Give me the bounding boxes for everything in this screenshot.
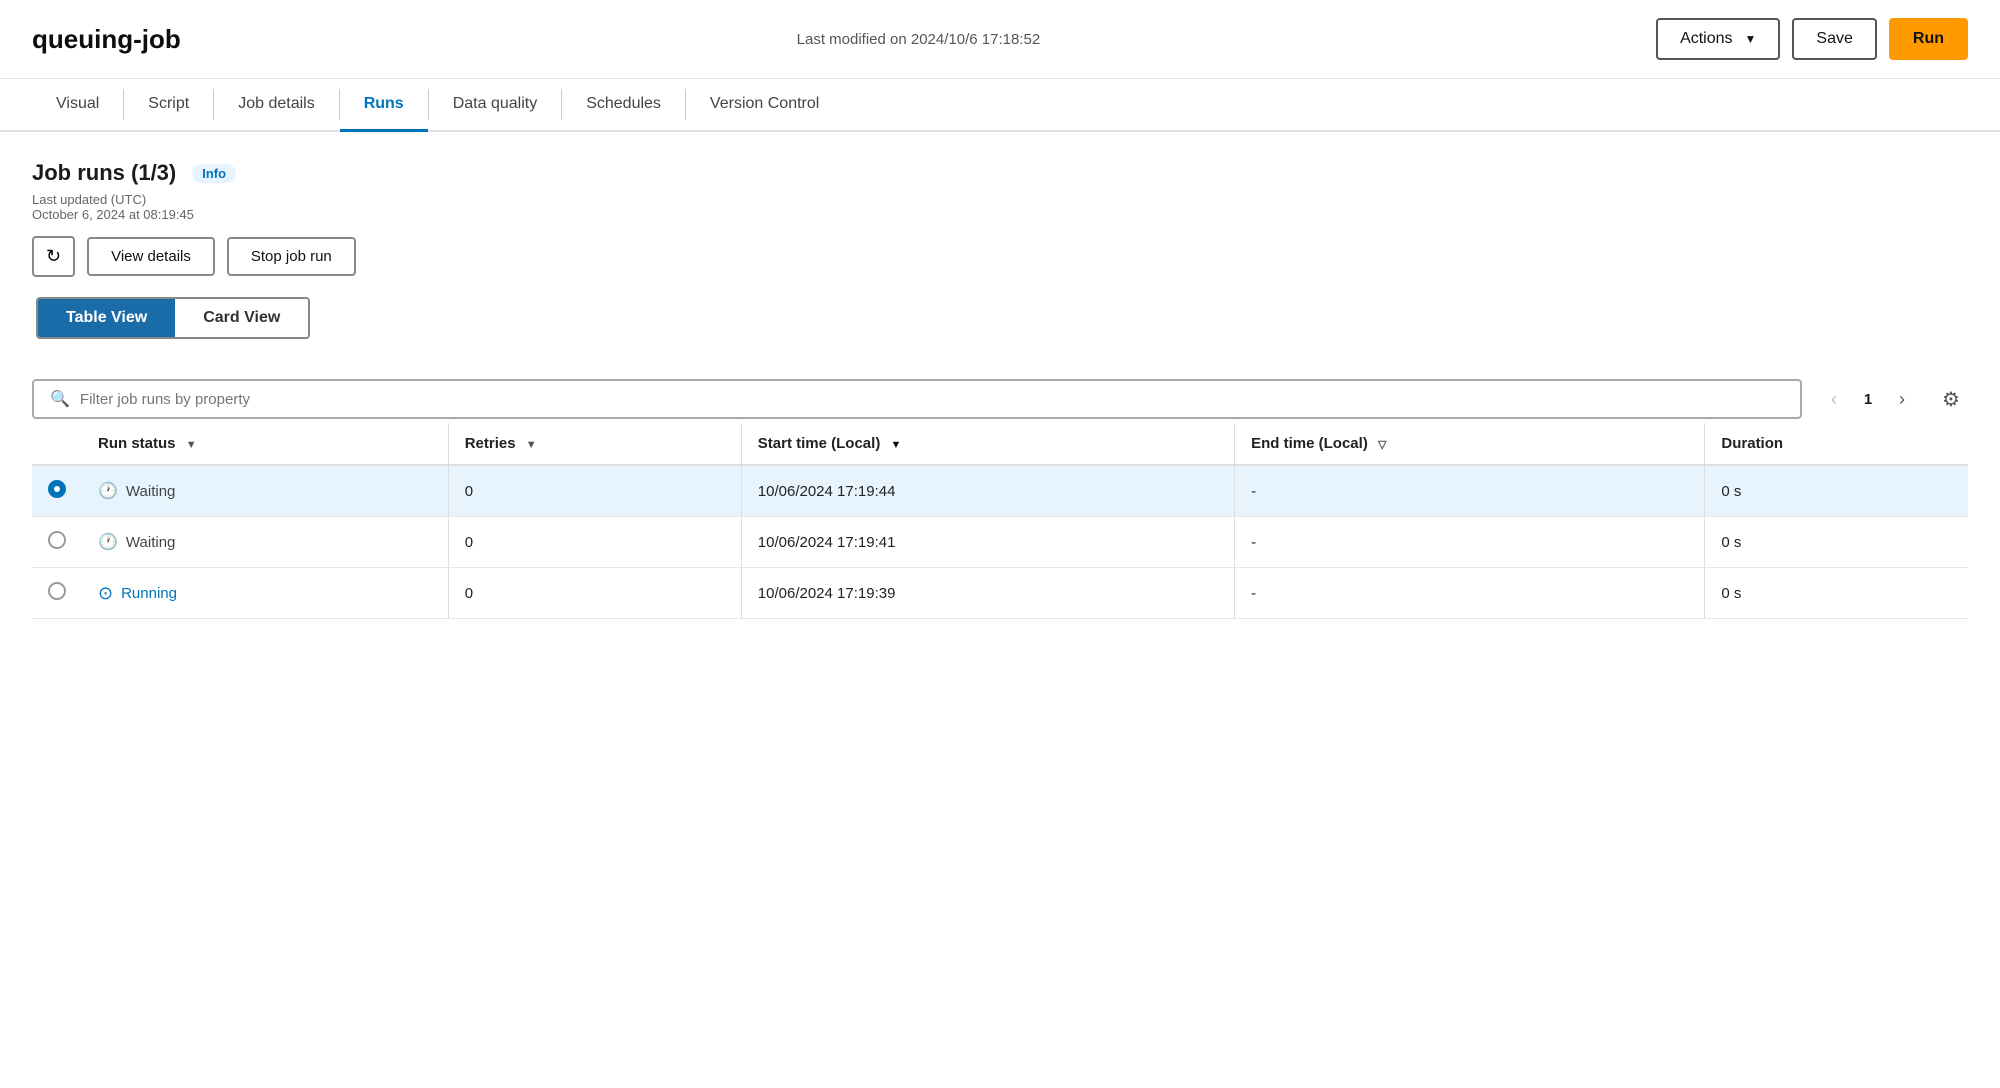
th-retries[interactable]: Retries ▼ <box>448 423 741 465</box>
row-duration-1: 0 s <box>1705 517 1968 568</box>
table-row[interactable]: 🕐 Waiting 010/06/2024 17:19:44-0 s <box>32 465 1968 517</box>
tab-data-quality[interactable]: Data quality <box>429 79 562 132</box>
section-title: Job runs (1/3) <box>32 160 176 186</box>
gear-icon: ⚙ <box>1942 387 1960 412</box>
sort-icon-end-time: ▽ <box>1378 438 1386 451</box>
stop-job-run-button[interactable]: Stop job run <box>227 237 356 276</box>
row-status-2: ⊙ Running <box>82 568 448 619</box>
sort-icon-start-time: ▼ <box>891 439 902 451</box>
run-label: Run <box>1913 30 1944 48</box>
info-badge[interactable]: Info <box>192 164 236 183</box>
job-title: queuing-job <box>32 24 181 55</box>
row-duration-0: 0 s <box>1705 465 1968 517</box>
row-start-time-1: 10/06/2024 17:19:41 <box>741 517 1234 568</box>
search-bar: 🔍 <box>32 379 1802 419</box>
th-start-time[interactable]: Start time (Local) ▼ <box>741 423 1234 465</box>
row-end-time-0: - <box>1235 465 1705 517</box>
tab-visual[interactable]: Visual <box>32 79 123 132</box>
action-row: ↻ View details Stop job run <box>32 236 1968 277</box>
row-start-time-2: 10/06/2024 17:19:39 <box>741 568 1234 619</box>
card-view-label: Card View <box>203 309 280 326</box>
row-duration-2: 0 s <box>1705 568 1968 619</box>
th-run-status[interactable]: Run status ▼ <box>82 423 448 465</box>
refresh-icon: ↻ <box>46 246 61 267</box>
table-view-label: Table View <box>66 309 147 326</box>
last-updated: Last updated (UTC) October 6, 2024 at 08… <box>32 192 1968 222</box>
section-title-combined: Job runs (1/3) <box>32 160 176 185</box>
top-bar: queuing-job Last modified on 2024/10/6 1… <box>0 0 2000 79</box>
view-toggle: Table View Card View <box>36 297 310 339</box>
sort-icon-run-status: ▼ <box>186 439 197 451</box>
th-run-status-label: Run status <box>98 435 176 452</box>
page-number: 1 <box>1858 391 1878 408</box>
chevron-down-icon: ▼ <box>1745 32 1757 46</box>
refresh-button[interactable]: ↻ <box>32 236 75 277</box>
row-radio-1[interactable] <box>48 531 66 549</box>
row-retries-2: 0 <box>448 568 741 619</box>
search-icon: 🔍 <box>50 389 70 409</box>
row-status-label-2: Running <box>121 585 177 602</box>
last-updated-label: Last updated (UTC) <box>32 192 146 207</box>
row-retries-0: 0 <box>448 465 741 517</box>
save-button[interactable]: Save <box>1792 18 1876 60</box>
table-row[interactable]: ⊙ Running 010/06/2024 17:19:39-0 s <box>32 568 1968 619</box>
tab-script[interactable]: Script <box>124 79 213 132</box>
stop-job-run-label: Stop job run <box>251 248 332 265</box>
tab-runs[interactable]: Runs <box>340 79 428 132</box>
waiting-icon: 🕐 <box>98 532 118 552</box>
run-button[interactable]: Run <box>1889 18 1968 60</box>
card-view-button[interactable]: Card View <box>175 299 308 337</box>
sort-icon-retries: ▼ <box>526 439 537 451</box>
row-status-label-0: Waiting <box>126 483 175 500</box>
pagination-row: ‹ 1 › <box>1818 383 1918 415</box>
waiting-icon: 🕐 <box>98 481 118 501</box>
row-status-0: 🕐 Waiting <box>82 465 448 517</box>
prev-page-button[interactable]: ‹ <box>1818 383 1850 415</box>
table-body: 🕐 Waiting 010/06/2024 17:19:44-0 s 🕐 Waiting… <box>32 465 1968 619</box>
th-retries-label: Retries <box>465 435 516 452</box>
nav-tabs: Visual Script Job details Runs Data qual… <box>0 79 2000 132</box>
table-header: Run status ▼ Retries ▼ Start time (Local… <box>32 423 1968 465</box>
table-view-button[interactable]: Table View <box>38 299 175 337</box>
actions-label: Actions <box>1680 30 1732 48</box>
th-duration-label: Duration <box>1721 435 1783 452</box>
row-end-time-2: - <box>1235 568 1705 619</box>
th-end-time-label: End time (Local) <box>1251 435 1368 452</box>
th-start-time-label: Start time (Local) <box>758 435 881 452</box>
row-status-1: 🕐 Waiting <box>82 517 448 568</box>
row-start-time-0: 10/06/2024 17:19:44 <box>741 465 1234 517</box>
tab-job-details[interactable]: Job details <box>214 79 339 132</box>
th-duration: Duration <box>1705 423 1968 465</box>
main-content: Job runs (1/3) Info Last updated (UTC) O… <box>0 132 2000 647</box>
filter-input[interactable] <box>80 391 1784 408</box>
section-header: Job runs (1/3) Info <box>32 160 1968 186</box>
tab-schedules[interactable]: Schedules <box>562 79 685 132</box>
next-page-button[interactable]: › <box>1886 383 1918 415</box>
tab-version-control[interactable]: Version Control <box>686 79 843 132</box>
row-retries-1: 0 <box>448 517 741 568</box>
row-status-label-1: Waiting <box>126 534 175 551</box>
row-radio-0[interactable] <box>48 480 66 498</box>
table-row[interactable]: 🕐 Waiting 010/06/2024 17:19:41-0 s <box>32 517 1968 568</box>
row-end-time-1: - <box>1235 517 1705 568</box>
runs-table: Run status ▼ Retries ▼ Start time (Local… <box>32 423 1968 619</box>
running-icon: ⊙ <box>98 583 113 604</box>
th-select <box>32 423 82 465</box>
last-modified-text: Last modified on 2024/10/6 17:18:52 <box>205 31 1632 48</box>
save-label: Save <box>1816 30 1852 48</box>
header-actions: Actions ▼ Save Run <box>1656 18 1968 60</box>
th-end-time[interactable]: End time (Local) ▽ <box>1235 423 1705 465</box>
view-details-label: View details <box>111 248 191 265</box>
row-radio-2[interactable] <box>48 582 66 600</box>
table-settings-button[interactable]: ⚙ <box>1934 382 1968 416</box>
filter-pagination-row: 🔍 ‹ 1 › ⚙ <box>32 379 1968 419</box>
last-updated-value: October 6, 2024 at 08:19:45 <box>32 207 194 222</box>
view-details-button[interactable]: View details <box>87 237 215 276</box>
actions-button[interactable]: Actions ▼ <box>1656 18 1780 60</box>
